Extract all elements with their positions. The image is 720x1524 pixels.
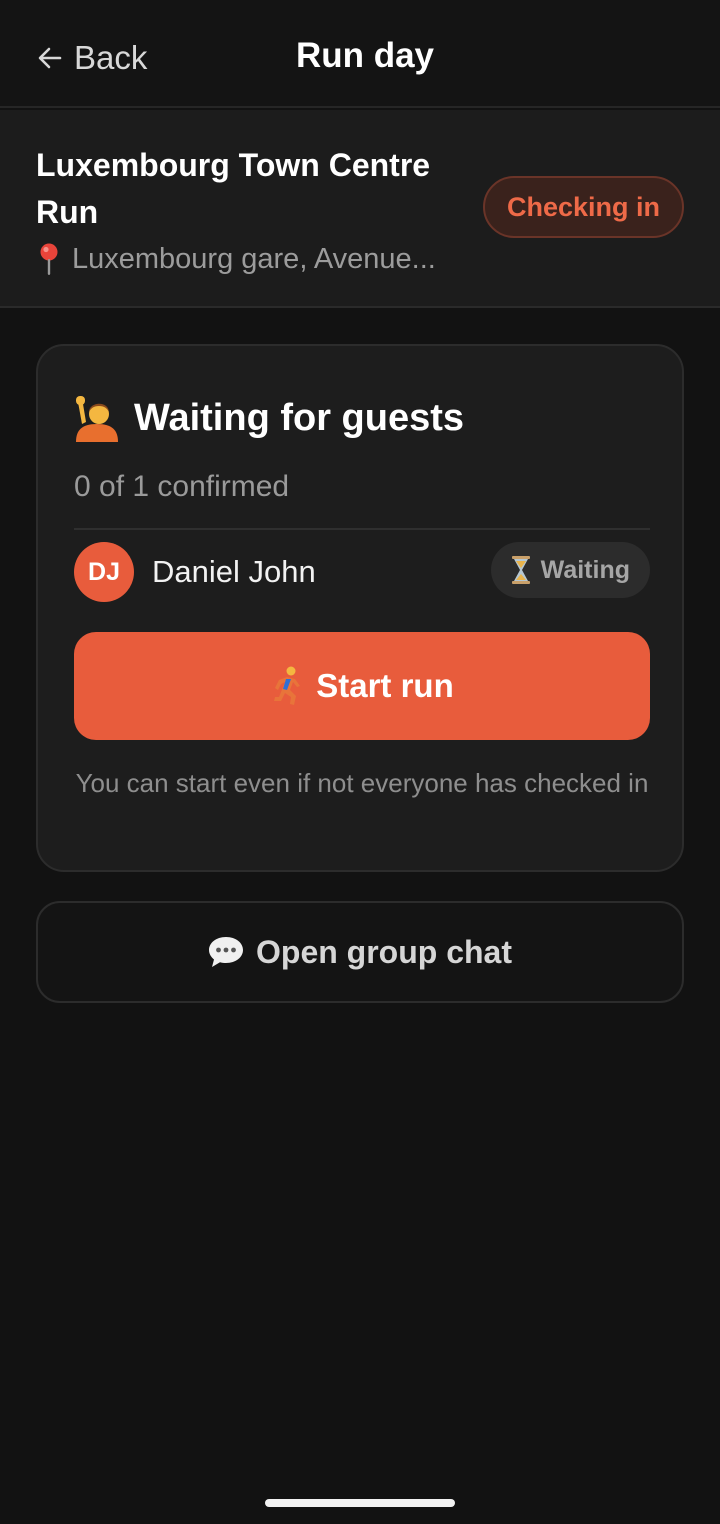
- card-heading: Waiting for guests: [74, 394, 464, 442]
- raising-hand-icon: [76, 396, 118, 442]
- guest-name: Daniel John: [152, 554, 316, 589]
- arrow-left-icon: [38, 47, 62, 69]
- divider: [74, 528, 650, 530]
- open-group-chat-label: Open group chat: [256, 933, 512, 970]
- runner-icon: [274, 666, 301, 705]
- guests-card: Waiting for guests 0 of 1 confirmed DJ D…: [36, 344, 684, 872]
- pin-icon: [40, 243, 58, 275]
- start-hint: You can start even if not everyone has c…: [75, 768, 649, 798]
- back-button[interactable]: Back: [36, 36, 147, 80]
- top-bar: Back Run day: [0, 0, 720, 108]
- start-run-label: Start run: [316, 667, 454, 704]
- card-heading-text: Waiting for guests: [134, 396, 465, 439]
- location-text: Luxembourg gare, Avenue...: [72, 242, 436, 275]
- open-group-chat-button[interactable]: Open group chat: [36, 901, 684, 1003]
- run-day-screen: Back Run day Luxembourg Town Centre Run …: [0, 0, 720, 1524]
- home-indicator[interactable]: [265, 1499, 455, 1507]
- hourglass-icon: [511, 556, 530, 584]
- confirmed-count: 0 of 1 confirmed: [74, 470, 290, 503]
- event-location: Luxembourg gare, Avenue...: [36, 242, 466, 276]
- start-run-button[interactable]: Start run: [74, 632, 650, 740]
- back-label: Back: [74, 39, 148, 76]
- speech-bubble-icon: [209, 937, 243, 967]
- event-header: Luxembourg Town Centre Run Luxembourg ga…: [0, 110, 720, 308]
- guest-status-badge: Waiting: [490, 542, 650, 598]
- avatar: DJ: [74, 542, 134, 602]
- status-badge: Checking in: [482, 176, 684, 238]
- event-title: Luxembourg Town Centre Run: [36, 147, 431, 230]
- guest-row: DJ Daniel John Waiting: [74, 542, 650, 602]
- guest-status-text: Waiting: [540, 555, 630, 584]
